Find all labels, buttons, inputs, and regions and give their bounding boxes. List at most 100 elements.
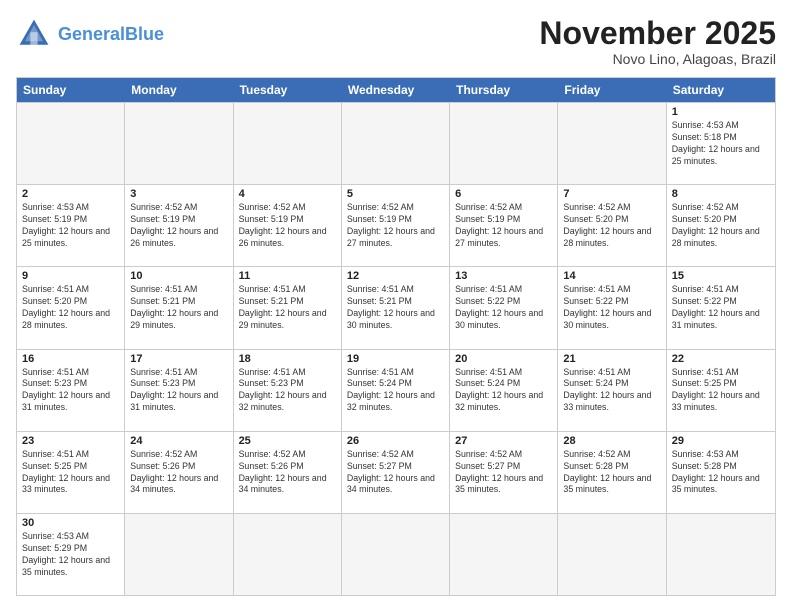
calendar-cell	[450, 514, 558, 595]
day-info: Sunrise: 4:51 AM Sunset: 5:21 PM Dayligh…	[347, 284, 444, 332]
day-number: 17	[130, 353, 227, 365]
day-info: Sunrise: 4:52 AM Sunset: 5:26 PM Dayligh…	[239, 449, 336, 497]
calendar-row-1: 2 Sunrise: 4:53 AM Sunset: 5:19 PM Daylig…	[17, 184, 775, 266]
day-info: Sunrise: 4:53 AM Sunset: 5:29 PM Dayligh…	[22, 531, 119, 579]
day-number: 24	[130, 435, 227, 447]
day-number: 27	[455, 435, 552, 447]
calendar-cell: 21Sunrise: 4:51 AM Sunset: 5:24 PM Dayli…	[558, 350, 666, 431]
calendar-cell: 18Sunrise: 4:51 AM Sunset: 5:23 PM Dayli…	[234, 350, 342, 431]
calendar-row-3: 16 Sunrise: 4:51 AM Sunset: 5:23 PM Dayli…	[17, 349, 775, 431]
day-info: Sunrise: 4:51 AM Sunset: 5:23 PM Dayligh…	[130, 367, 227, 415]
month-title: November 2025	[539, 16, 776, 51]
calendar-row-2: 9 Sunrise: 4:51 AM Sunset: 5:20 PM Daylig…	[17, 266, 775, 348]
day-number: 9	[22, 270, 119, 282]
calendar-cell: 1 Sunrise: 4:53 AM Sunset: 5:18 PM Daylig…	[667, 103, 775, 184]
day-number: 16	[22, 353, 119, 365]
header-day-monday: Monday	[125, 78, 233, 102]
calendar-cell: 17 Sunrise: 4:51 AM Sunset: 5:23 PM Dayli…	[125, 350, 233, 431]
day-number: 23	[22, 435, 119, 447]
calendar-cell: 3Sunrise: 4:52 AM Sunset: 5:19 PM Daylig…	[125, 185, 233, 266]
day-number: 20	[455, 353, 552, 365]
calendar: SundayMondayTuesdayWednesdayThursdayFrid…	[16, 77, 776, 596]
header-day-tuesday: Tuesday	[234, 78, 342, 102]
day-info: Sunrise: 4:51 AM Sunset: 5:25 PM Dayligh…	[22, 449, 119, 497]
calendar-cell: 11 Sunrise: 4:51 AM Sunset: 5:21 PM Dayli…	[234, 267, 342, 348]
day-number: 6	[455, 188, 552, 200]
day-info: Sunrise: 4:52 AM Sunset: 5:19 PM Dayligh…	[455, 202, 552, 250]
day-info: Sunrise: 4:52 AM Sunset: 5:20 PM Dayligh…	[672, 202, 770, 250]
calendar-cell: 2 Sunrise: 4:53 AM Sunset: 5:19 PM Daylig…	[17, 185, 125, 266]
calendar-body: 1 Sunrise: 4:53 AM Sunset: 5:18 PM Daylig…	[17, 102, 775, 595]
calendar-cell	[125, 103, 233, 184]
day-number: 15	[672, 270, 770, 282]
calendar-cell: 28 Sunrise: 4:52 AM Sunset: 5:28 PM Dayli…	[558, 432, 666, 513]
location-subtitle: Novo Lino, Alagoas, Brazil	[539, 51, 776, 67]
calendar-row-0: 1 Sunrise: 4:53 AM Sunset: 5:18 PM Daylig…	[17, 102, 775, 184]
day-info: Sunrise: 4:51 AM Sunset: 5:23 PM Dayligh…	[239, 367, 336, 415]
day-number: 7	[563, 188, 660, 200]
day-number: 22	[672, 353, 770, 365]
calendar-cell	[234, 103, 342, 184]
calendar-cell: 19 Sunrise: 4:51 AM Sunset: 5:24 PM Dayli…	[342, 350, 450, 431]
calendar-cell	[342, 103, 450, 184]
day-info: Sunrise: 4:53 AM Sunset: 5:19 PM Dayligh…	[22, 202, 119, 250]
header-day-sunday: Sunday	[17, 78, 125, 102]
day-number: 19	[347, 353, 444, 365]
day-number: 1	[672, 106, 770, 118]
header: GeneralBlue November 2025 Novo Lino, Ala…	[16, 16, 776, 67]
logo-blue: Blue	[125, 24, 164, 44]
calendar-cell: 30Sunrise: 4:53 AM Sunset: 5:29 PM Dayli…	[17, 514, 125, 595]
day-info: Sunrise: 4:51 AM Sunset: 5:24 PM Dayligh…	[563, 367, 660, 415]
logo-general: General	[58, 24, 125, 44]
calendar-cell: 8Sunrise: 4:52 AM Sunset: 5:20 PM Daylig…	[667, 185, 775, 266]
calendar-cell: 14 Sunrise: 4:51 AM Sunset: 5:22 PM Dayli…	[558, 267, 666, 348]
calendar-cell: 22Sunrise: 4:51 AM Sunset: 5:25 PM Dayli…	[667, 350, 775, 431]
title-block: November 2025 Novo Lino, Alagoas, Brazil	[539, 16, 776, 67]
day-number: 12	[347, 270, 444, 282]
day-number: 13	[455, 270, 552, 282]
calendar-cell: 7 Sunrise: 4:52 AM Sunset: 5:20 PM Daylig…	[558, 185, 666, 266]
calendar-cell: 27 Sunrise: 4:52 AM Sunset: 5:27 PM Dayli…	[450, 432, 558, 513]
day-number: 2	[22, 188, 119, 200]
day-info: Sunrise: 4:52 AM Sunset: 5:20 PM Dayligh…	[563, 202, 660, 250]
header-day-thursday: Thursday	[450, 78, 558, 102]
calendar-cell: 13Sunrise: 4:51 AM Sunset: 5:22 PM Dayli…	[450, 267, 558, 348]
day-info: Sunrise: 4:53 AM Sunset: 5:18 PM Dayligh…	[672, 120, 770, 168]
day-number: 14	[563, 270, 660, 282]
calendar-cell: 26 Sunrise: 4:52 AM Sunset: 5:27 PM Dayli…	[342, 432, 450, 513]
calendar-cell	[234, 514, 342, 595]
header-day-friday: Friday	[558, 78, 666, 102]
day-info: Sunrise: 4:51 AM Sunset: 5:21 PM Dayligh…	[239, 284, 336, 332]
calendar-cell: 24Sunrise: 4:52 AM Sunset: 5:26 PM Dayli…	[125, 432, 233, 513]
calendar-row-4: 23 Sunrise: 4:51 AM Sunset: 5:25 PM Dayli…	[17, 431, 775, 513]
day-number: 4	[239, 188, 336, 200]
day-number: 5	[347, 188, 444, 200]
day-number: 28	[563, 435, 660, 447]
day-info: Sunrise: 4:52 AM Sunset: 5:19 PM Dayligh…	[239, 202, 336, 250]
calendar-cell: 10Sunrise: 4:51 AM Sunset: 5:21 PM Dayli…	[125, 267, 233, 348]
day-info: Sunrise: 4:53 AM Sunset: 5:28 PM Dayligh…	[672, 449, 770, 497]
header-day-wednesday: Wednesday	[342, 78, 450, 102]
day-number: 10	[130, 270, 227, 282]
calendar-cell	[558, 103, 666, 184]
day-info: Sunrise: 4:51 AM Sunset: 5:22 PM Dayligh…	[563, 284, 660, 332]
calendar-cell	[558, 514, 666, 595]
day-info: Sunrise: 4:51 AM Sunset: 5:24 PM Dayligh…	[347, 367, 444, 415]
day-number: 26	[347, 435, 444, 447]
day-info: Sunrise: 4:51 AM Sunset: 5:20 PM Dayligh…	[22, 284, 119, 332]
day-number: 11	[239, 270, 336, 282]
calendar-cell	[667, 514, 775, 595]
day-info: Sunrise: 4:52 AM Sunset: 5:28 PM Dayligh…	[563, 449, 660, 497]
calendar-cell: 5Sunrise: 4:52 AM Sunset: 5:19 PM Daylig…	[342, 185, 450, 266]
calendar-cell: 16 Sunrise: 4:51 AM Sunset: 5:23 PM Dayli…	[17, 350, 125, 431]
day-info: Sunrise: 4:51 AM Sunset: 5:23 PM Dayligh…	[22, 367, 119, 415]
day-info: Sunrise: 4:52 AM Sunset: 5:27 PM Dayligh…	[347, 449, 444, 497]
logo-text: GeneralBlue	[58, 24, 164, 45]
day-info: Sunrise: 4:52 AM Sunset: 5:27 PM Dayligh…	[455, 449, 552, 497]
calendar-cell: 20Sunrise: 4:51 AM Sunset: 5:24 PM Dayli…	[450, 350, 558, 431]
calendar-cell: 25Sunrise: 4:52 AM Sunset: 5:26 PM Dayli…	[234, 432, 342, 513]
calendar-cell	[342, 514, 450, 595]
calendar-cell: 29Sunrise: 4:53 AM Sunset: 5:28 PM Dayli…	[667, 432, 775, 513]
calendar-header: SundayMondayTuesdayWednesdayThursdayFrid…	[17, 78, 775, 102]
calendar-cell	[450, 103, 558, 184]
